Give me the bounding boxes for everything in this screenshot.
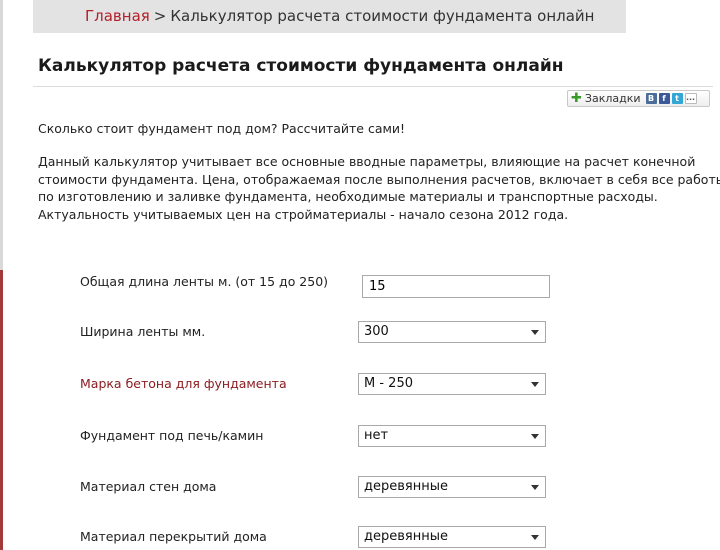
width-select-value: 300 — [364, 324, 389, 339]
breadcrumb-home-link[interactable]: Главная — [85, 7, 150, 25]
floor-material-select[interactable]: деревянные — [358, 526, 546, 548]
plus-icon: ✚ — [571, 91, 582, 106]
concrete-grade-select-value: М - 250 — [364, 376, 413, 391]
stove-foundation-select-value: нет — [364, 428, 389, 443]
wall-material-select-value: деревянные — [364, 479, 448, 494]
concrete-grade-label: Марка бетона для фундамента — [80, 376, 287, 391]
description-text: Данный калькулятор учитывает все основны… — [38, 153, 720, 223]
breadcrumb-separator: > — [153, 7, 167, 25]
stove-foundation-select[interactable]: нет — [358, 425, 546, 447]
twitter-icon[interactable]: t — [671, 93, 683, 104]
description-line: стоимости фундамента. Цена, отображаемая… — [38, 171, 720, 187]
title-divider — [33, 86, 713, 87]
concrete-grade-select[interactable]: М - 250 — [358, 373, 546, 395]
chevron-down-icon — [531, 485, 539, 490]
chevron-down-icon — [531, 535, 539, 540]
more-icon[interactable]: ... — [684, 93, 697, 104]
stove-foundation-label: Фундамент под печь/камин — [80, 428, 264, 443]
vk-icon[interactable]: B — [645, 93, 657, 104]
wall-material-select[interactable]: деревянные — [358, 476, 546, 498]
breadcrumb-current: Калькулятор расчета стоимости фундамента… — [170, 7, 595, 25]
width-select[interactable]: 300 — [358, 321, 546, 343]
breadcrumb: Главная > Калькулятор расчета стоимости фу… — [85, 7, 595, 25]
left-edge-strip — [0, 0, 3, 550]
wall-material-label: Материал стен дома — [80, 479, 217, 494]
breadcrumb-bar: Главная > Калькулятор расчета стоимости фу… — [33, 0, 626, 33]
lead-text: Сколько стоит фундамент под дом? Рассчит… — [38, 121, 406, 136]
chevron-down-icon — [531, 382, 539, 387]
facebook-icon[interactable]: f — [658, 93, 670, 104]
floor-material-label: Материал перекрытий дома — [80, 529, 267, 544]
page-title: Калькулятор расчета стоимости фундамента… — [38, 56, 564, 76]
bookmarks-button[interactable]: ✚ Закладки B f t ... — [567, 90, 710, 107]
chevron-down-icon — [531, 434, 539, 439]
description-line: Данный калькулятор учитывает все основны… — [38, 154, 696, 169]
length-label: Общая длина ленты м. (от 15 до 250) — [80, 274, 329, 289]
floor-material-select-value: деревянные — [364, 529, 448, 544]
chevron-down-icon — [531, 330, 539, 335]
description-line: по изготовлению и заливке фундамента, не… — [38, 189, 658, 204]
length-input[interactable] — [362, 275, 550, 298]
bookmarks-label: Закладки — [584, 92, 641, 105]
width-label: Ширина ленты мм. — [80, 324, 206, 339]
description-line: Актуальность учитываемых цен на строймат… — [38, 206, 569, 222]
